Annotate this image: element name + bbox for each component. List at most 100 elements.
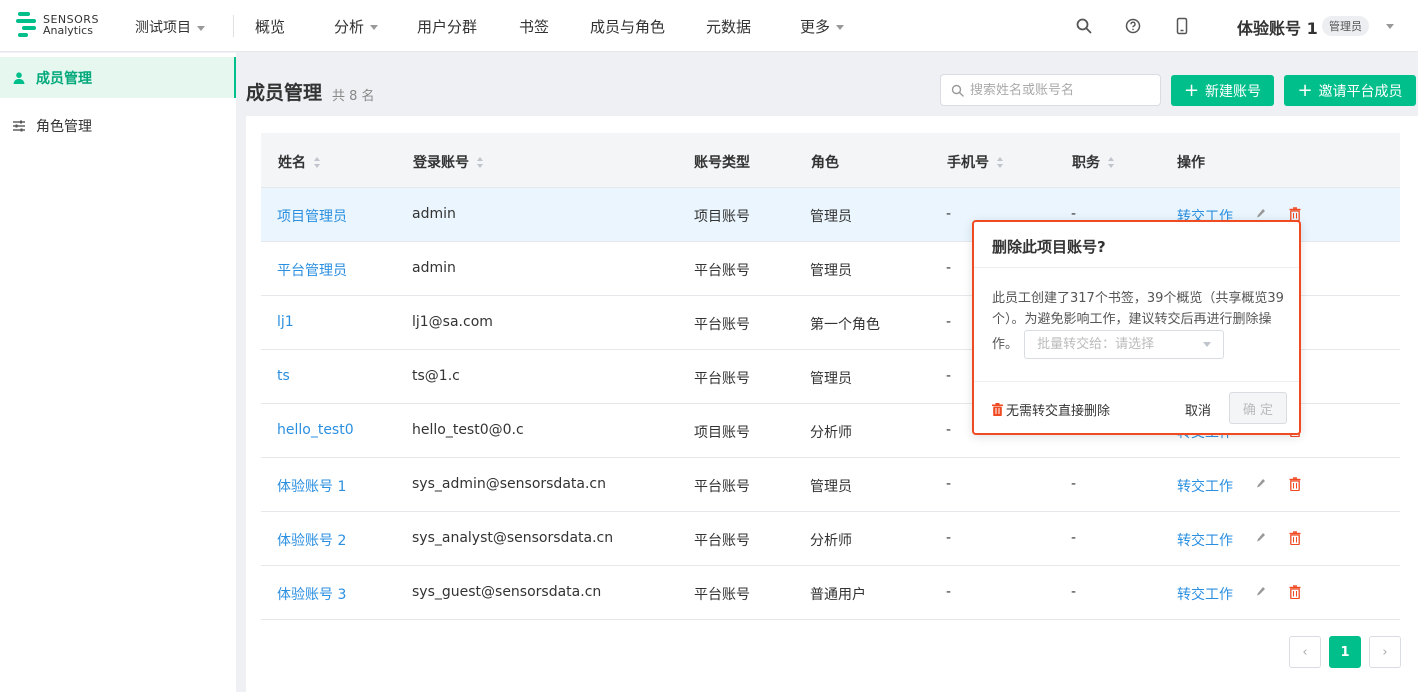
cancel-button[interactable]: 取消	[1185, 400, 1211, 419]
search-input[interactable]	[970, 82, 1160, 98]
position: -	[1071, 584, 1077, 600]
account-type: 平台账号	[694, 317, 750, 333]
popconfirm-title: 删除此项目账号?	[992, 238, 1106, 256]
pagination-next-button[interactable]: ›	[1369, 636, 1401, 668]
trash-icon[interactable]	[1289, 585, 1301, 599]
sensors-analytics-logo[interactable]: SENSORS Analytics	[16, 12, 99, 38]
popconfirm-body: 此员工创建了317个书签，39个概览（共享概览39个）。为避免影响工作，建议转交…	[992, 288, 1284, 359]
edit-icon[interactable]	[1256, 478, 1266, 490]
position: -	[1071, 476, 1077, 492]
help-icon[interactable]	[1124, 17, 1142, 35]
member-name-link[interactable]: 体验账号 3	[277, 584, 346, 604]
new-account-button[interactable]: + 新建账号	[1171, 75, 1274, 106]
account-type: 平台账号	[694, 263, 750, 279]
column-label: 手机号	[947, 155, 989, 171]
trash-icon[interactable]	[1289, 531, 1301, 545]
edit-icon[interactable]	[1256, 586, 1266, 598]
account-type: 平台账号	[694, 587, 750, 603]
transfer-work-link[interactable]: 转交工作	[1177, 584, 1233, 604]
confirm-button[interactable]: 确 定	[1229, 392, 1287, 424]
user-icon	[13, 71, 25, 84]
nav-metadata[interactable]: 元数据	[706, 16, 751, 37]
column-header-position[interactable]: 职务	[1072, 152, 1115, 172]
chevron-down-icon	[197, 25, 205, 31]
trash-icon[interactable]	[1289, 477, 1301, 491]
transfer-work-link[interactable]: 转交工作	[1177, 530, 1233, 550]
login-account: sys_admin@sensorsdata.cn	[412, 476, 606, 492]
account-type: 平台账号	[694, 479, 750, 495]
column-label: 登录账号	[413, 155, 469, 171]
sidebar-item-label: 角色管理	[36, 118, 92, 135]
login-account: sys_analyst@sensorsdata.cn	[412, 530, 614, 546]
pagination-page-1[interactable]: 1	[1329, 636, 1361, 668]
sidebar-item-role-management[interactable]: 角色管理	[0, 105, 236, 146]
phone: -	[946, 206, 952, 222]
column-header-name[interactable]: 姓名	[278, 152, 321, 172]
nav-more[interactable]: 更多	[800, 16, 845, 37]
column-label: 操作	[1177, 155, 1205, 171]
column-header-account-type: 账号类型	[694, 152, 750, 172]
nav-bookmarks[interactable]: 书签	[519, 16, 549, 37]
column-header-phone[interactable]: 手机号	[947, 152, 1004, 172]
logo-icon	[16, 12, 38, 38]
account-type: 项目账号	[694, 425, 750, 441]
edit-icon[interactable]	[1256, 208, 1266, 220]
sort-icon[interactable]	[314, 156, 321, 168]
nav-members-roles[interactable]: 成员与角色	[590, 16, 665, 37]
table-row: 体验账号 1 sys_admin@sensorsdata.cn 平台账号 管理员 - - 转…	[261, 458, 1400, 512]
member-name-link[interactable]: 平台管理员	[277, 260, 347, 280]
member-name-link[interactable]: ts	[277, 368, 290, 384]
trash-icon[interactable]	[1289, 207, 1301, 221]
sidebar: 成员管理 角色管理	[0, 53, 236, 692]
sort-icon[interactable]	[997, 156, 1004, 168]
nav-divider	[233, 15, 234, 37]
sort-icon[interactable]	[1108, 156, 1115, 168]
phone: -	[946, 584, 952, 600]
member-search[interactable]	[940, 74, 1161, 106]
phone: -	[946, 314, 952, 330]
sort-icon[interactable]	[477, 156, 484, 168]
member-name-link[interactable]: hello_test0	[277, 422, 354, 438]
column-header-login[interactable]: 登录账号	[413, 152, 484, 172]
invite-member-label: 邀请平台成员	[1318, 83, 1403, 100]
login-account: hello_test0@0.c	[412, 422, 524, 438]
role: 普通用户	[810, 587, 866, 603]
chevron-down-icon[interactable]	[1386, 24, 1394, 29]
account-role-badge: 管理员	[1322, 16, 1369, 36]
sidebar-item-member-management[interactable]: 成员管理	[0, 57, 236, 98]
position: -	[1071, 530, 1077, 546]
column-header-actions: 操作	[1177, 152, 1205, 172]
mobile-icon[interactable]	[1173, 17, 1191, 35]
divider	[974, 267, 1299, 268]
login-account: admin	[412, 260, 456, 276]
nav-analysis[interactable]: 分析	[334, 16, 379, 37]
transfer-work-link[interactable]: 转交工作	[1177, 476, 1233, 496]
member-name-link[interactable]: 体验账号 2	[277, 530, 346, 550]
nav-analysis-label: 分析	[334, 18, 365, 36]
phone: -	[946, 422, 952, 438]
phone: -	[946, 530, 952, 546]
invite-member-button[interactable]: + 邀请平台成员	[1284, 75, 1416, 106]
nav-user-segments[interactable]: 用户分群	[417, 16, 477, 37]
account-name[interactable]: 体验账号 1	[1237, 15, 1318, 39]
pagination-prev-button[interactable]: ‹	[1289, 636, 1321, 668]
member-name-link[interactable]: lj1	[277, 314, 294, 330]
member-name-link[interactable]: 体验账号 1	[277, 476, 346, 496]
chevron-down-icon	[1203, 342, 1212, 347]
edit-icon[interactable]	[1256, 532, 1266, 544]
transfer-to-select[interactable]: 批量转交给：请选择	[1024, 330, 1225, 359]
nav-more-label: 更多	[800, 18, 831, 36]
search-icon[interactable]	[1075, 17, 1093, 35]
member-count: 共 8 名	[332, 89, 375, 104]
top-navigation-bar: SENSORS Analytics 测试项目 概览 分析 用户分群 书签 成员与…	[0, 0, 1418, 52]
phone: -	[946, 476, 952, 492]
direct-delete-link[interactable]: 无需转交直接删除	[992, 400, 1110, 419]
project-selector[interactable]: 测试项目	[135, 17, 205, 37]
transfer-select-placeholder: 批量转交给：请选择	[1037, 337, 1155, 352]
sidebar-item-label: 成员管理	[36, 70, 92, 87]
nav-overview[interactable]: 概览	[255, 16, 285, 37]
member-name-link[interactable]: 项目管理员	[277, 206, 347, 226]
search-icon	[951, 84, 964, 97]
login-account: sys_guest@sensorsdata.cn	[412, 584, 602, 600]
role: 管理员	[810, 209, 852, 225]
